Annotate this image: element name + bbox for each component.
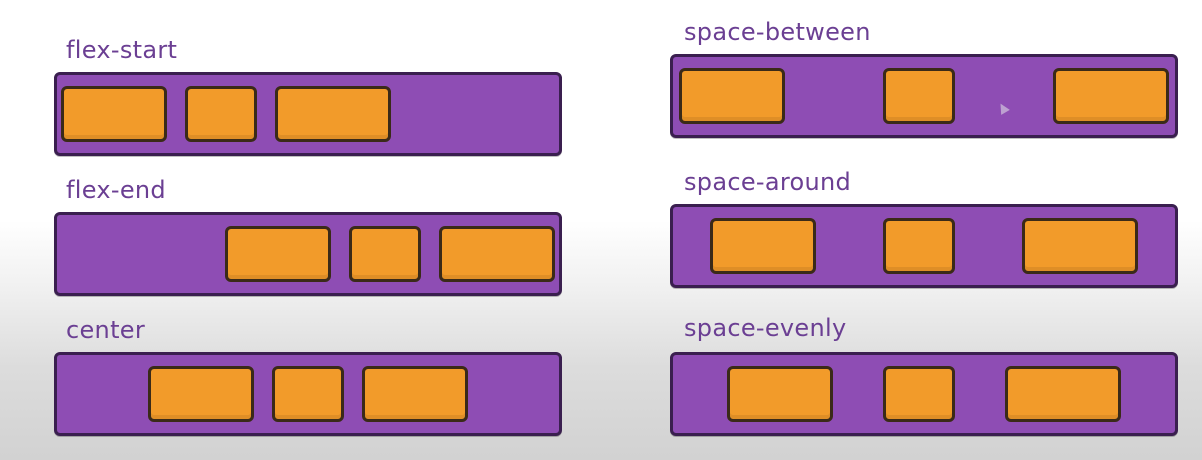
label-space-around: space-around [684,168,852,196]
flex-item [225,226,331,282]
flex-item [439,226,555,282]
flex-item [272,366,344,422]
flex-item [61,86,167,142]
label-center: center [66,316,146,344]
flex-item [1021,218,1138,274]
label-flex-end: flex-end [66,176,166,204]
label-space-between: space-between [684,18,871,46]
flex-item [1005,366,1121,422]
container-center [54,352,562,436]
container-space-evenly [670,352,1178,436]
label-space-evenly: space-evenly [684,314,847,342]
flex-item [883,68,955,124]
flex-item [349,226,421,282]
flex-item [148,366,254,422]
flex-item [679,68,785,124]
flex-item [275,86,391,142]
label-flex-start: flex-start [66,36,178,64]
flex-item [1053,68,1169,124]
flex-item [710,218,817,274]
container-space-around [670,204,1178,288]
flex-item [883,366,955,422]
container-flex-end [54,212,562,296]
container-flex-start [54,72,562,156]
container-space-between [670,54,1178,138]
flex-item [882,218,955,274]
flex-item [185,86,257,142]
flex-item [362,366,468,422]
flex-item [727,366,833,422]
